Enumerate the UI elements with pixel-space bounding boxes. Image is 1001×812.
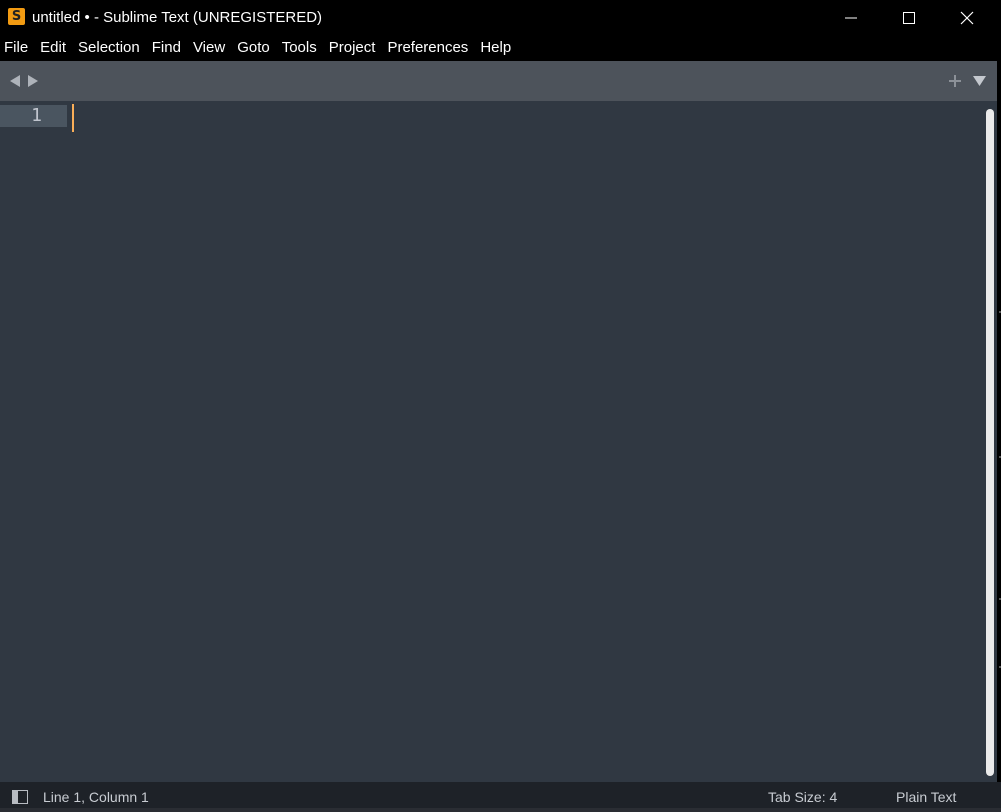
maximize-button[interactable]: [880, 0, 938, 35]
close-icon: [960, 11, 974, 24]
menu-project[interactable]: Project: [324, 35, 383, 61]
menu-preferences[interactable]: Preferences: [382, 35, 475, 61]
menu-tools[interactable]: Tools: [277, 35, 324, 61]
line-number: 1: [0, 105, 67, 127]
menu-find[interactable]: Find: [147, 35, 188, 61]
menu-file[interactable]: File: [0, 35, 35, 61]
menu-help[interactable]: Help: [475, 35, 518, 61]
tab-size-selector[interactable]: Tab Size: 4: [768, 789, 837, 805]
triangle-down-icon[interactable]: [973, 76, 986, 86]
cursor-position: Line 1, Column 1: [43, 789, 149, 805]
tab-forward-icon[interactable]: [28, 75, 38, 87]
tab-back-icon[interactable]: [10, 75, 20, 87]
menu-bar: File Edit Selection Find View Goto Tools…: [0, 35, 1001, 61]
window-title: untitled • - Sublime Text (UNREGISTERED): [32, 9, 323, 26]
menu-view[interactable]: View: [188, 35, 232, 61]
menu-goto[interactable]: Goto: [232, 35, 277, 61]
tab-strip: [0, 61, 997, 101]
menu-selection[interactable]: Selection: [73, 35, 147, 61]
sublime-logo-icon: S: [8, 8, 25, 25]
vertical-scrollbar[interactable]: [986, 109, 994, 776]
editor-area[interactable]: 1: [0, 101, 997, 782]
title-bar: S untitled • - Sublime Text (UNREGISTERE…: [0, 0, 1001, 35]
plus-icon[interactable]: [948, 74, 962, 88]
minimize-icon: [845, 17, 857, 18]
window-edge: [997, 61, 1001, 782]
menu-edit[interactable]: Edit: [35, 35, 73, 61]
close-button[interactable]: [938, 0, 996, 35]
syntax-selector[interactable]: Plain Text: [896, 789, 956, 805]
sidebar-toggle-icon[interactable]: [12, 790, 28, 804]
maximize-icon: [903, 11, 915, 24]
text-caret: [72, 104, 74, 132]
minimize-button[interactable]: [822, 0, 880, 35]
taskbar-edge: [0, 808, 1001, 812]
